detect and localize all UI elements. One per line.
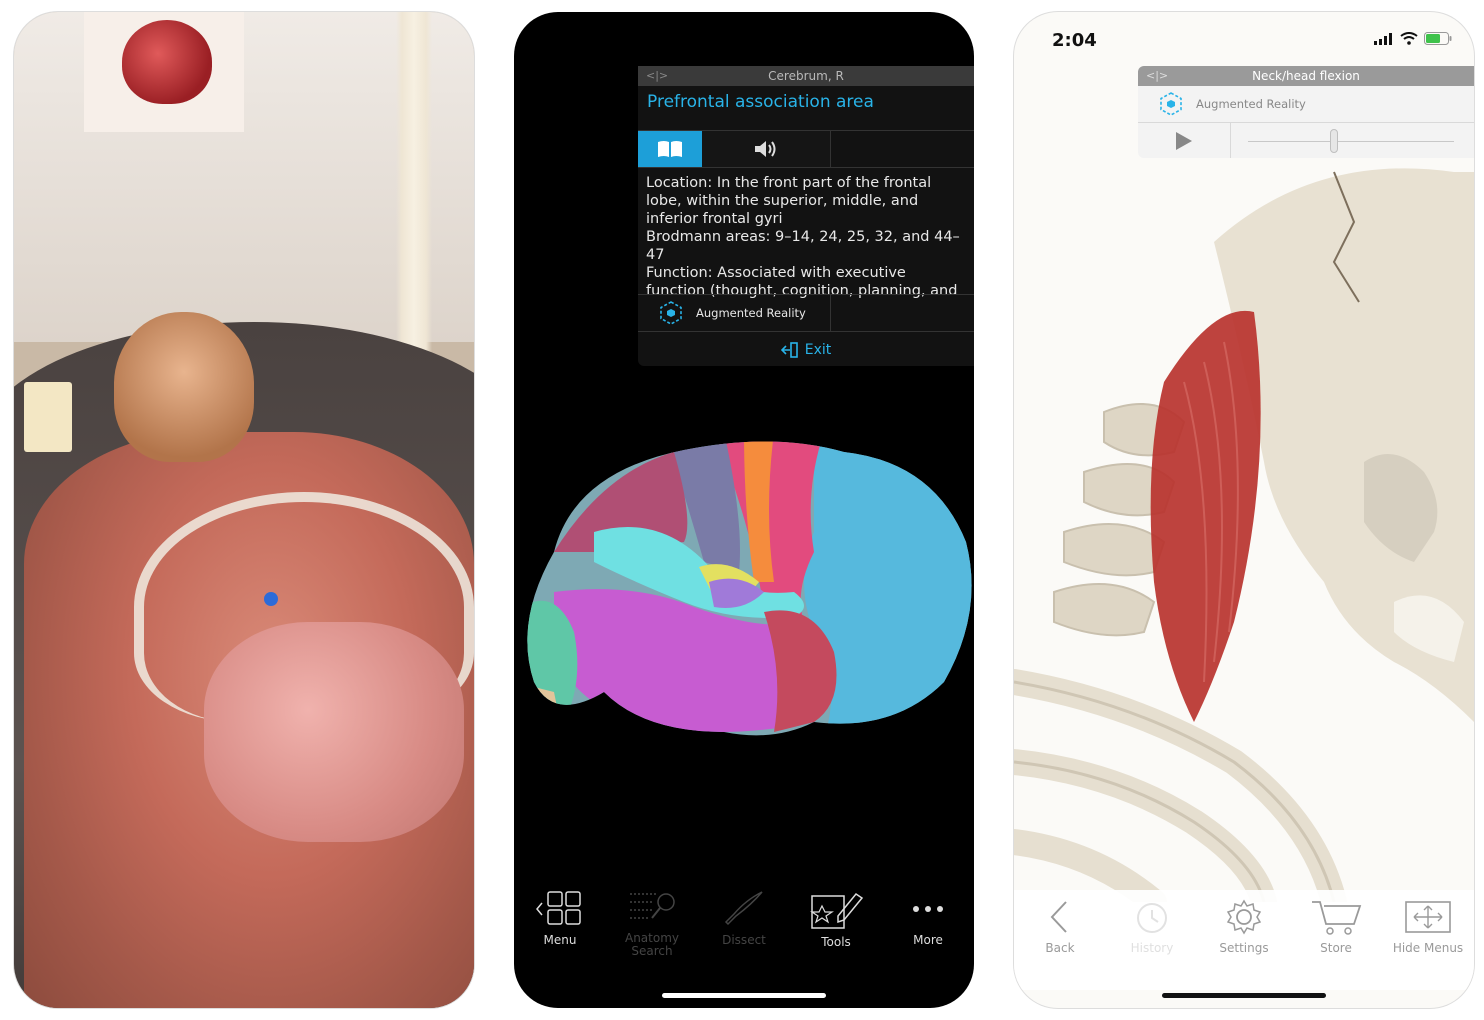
status-time: 2:04: [1052, 30, 1097, 51]
toolbar-dissect[interactable]: Dissect: [698, 882, 790, 972]
intestines: [204, 622, 464, 842]
popup-tabs: [638, 130, 974, 168]
augmented-reality-button[interactable]: Augmented Reality: [638, 294, 974, 332]
ar-cube-icon: [660, 301, 682, 325]
menu-grid-icon: [536, 891, 581, 925]
toolbar-store[interactable]: Store: [1290, 890, 1382, 990]
animation-controls: [1138, 123, 1474, 158]
animation-title: Neck/head flexion: [1252, 69, 1360, 83]
toolbar-history-label: History: [1130, 941, 1174, 955]
structure-title: Prefrontal association area: [647, 92, 874, 112]
body-head: [114, 312, 254, 462]
brain-model[interactable]: [514, 432, 974, 742]
play-icon: [1176, 132, 1192, 150]
home-indicator[interactable]: [1162, 993, 1326, 998]
play-button[interactable]: [1138, 123, 1231, 158]
tools-icon: [810, 892, 864, 929]
phone-screen-brain: <|> Cerebrum, R Prefrontal association a…: [514, 12, 974, 1008]
scalpel-icon: [724, 891, 763, 926]
toolbar-dissect-label: Dissect: [722, 933, 766, 947]
poster-heart-image: [122, 20, 212, 104]
toolbar-hide-menus[interactable]: Hide Menus: [1382, 890, 1474, 990]
toolbar-anatomy-search[interactable]: Anatomy Search: [606, 882, 698, 972]
info-popup: <|> Cerebrum, R Prefrontal association a…: [638, 66, 974, 366]
collapse-toggle-icon[interactable]: <|>: [646, 66, 668, 86]
vessel-marker: [264, 592, 278, 606]
toolbar-anatomy-search-label: Anatomy Search: [624, 931, 679, 958]
ar-body-model[interactable]: [14, 312, 474, 1008]
phone-screen-skull: 2:04 <|> Neck/head flexion Augmented Rea…: [1014, 12, 1474, 1008]
ar-label: Augmented Reality: [1196, 97, 1306, 111]
more-icon: [913, 906, 943, 912]
book-icon: [658, 141, 682, 157]
wifi-icon: [1400, 32, 1418, 45]
toolbar-settings-label: Settings: [1219, 941, 1269, 955]
bottom-toolbar: Back History Settings Store Hide Menus: [1014, 890, 1474, 990]
back-icon: [1050, 901, 1067, 933]
toolbar-store-label: Store: [1320, 941, 1352, 955]
toolbar-settings[interactable]: Settings: [1198, 890, 1290, 990]
animation-header: <|> Neck/head flexion: [1138, 66, 1474, 86]
cart-icon: [1312, 901, 1362, 935]
skeleton-model: [384, 12, 444, 352]
status-bar: 2:04: [1014, 12, 1474, 62]
toolbar-hide-menus-label: Hide Menus: [1392, 941, 1464, 955]
collapse-toggle-icon[interactable]: <|>: [1146, 66, 1168, 86]
gear-icon: [1226, 899, 1262, 935]
exit-button[interactable]: Exit: [638, 332, 974, 368]
toolbar-more[interactable]: More: [882, 882, 974, 972]
augmented-reality-button[interactable]: Augmented Reality: [1138, 86, 1474, 123]
animation-panel: <|> Neck/head flexion Augmented Reality: [1138, 66, 1474, 158]
divider: [830, 295, 831, 331]
speaker-icon: [755, 141, 776, 157]
status-icons: [1374, 32, 1452, 45]
toolbar-back[interactable]: Back: [1014, 890, 1106, 990]
skull-neck-model[interactable]: [1014, 162, 1474, 902]
hide-menus-icon: [1405, 901, 1451, 933]
tab-pronunciation[interactable]: [702, 131, 831, 167]
exit-icon: [780, 342, 798, 358]
animation-slider-track[interactable]: [1248, 141, 1454, 142]
toolbar-menu[interactable]: Menu: [514, 882, 606, 972]
exit-label: Exit: [804, 342, 832, 358]
popup-header: <|> Cerebrum, R: [638, 66, 974, 86]
bottom-toolbar: Menu Anatomy Search Dissect Tools More: [514, 882, 974, 972]
battery-icon: [1424, 32, 1452, 45]
toolbar-tools-label: Tools: [821, 935, 851, 949]
toolbar-more-label: More: [913, 933, 943, 947]
ar-label: Augmented Reality: [696, 306, 806, 320]
tab-definition[interactable]: [638, 131, 702, 167]
structure-description: Location: In the front part of the front…: [646, 175, 960, 299]
phone-screen-ar-body: [14, 12, 474, 1008]
search-icon: [630, 893, 675, 919]
toolbar-back-label: Back: [1045, 941, 1075, 955]
popup-header-title: Cerebrum, R: [768, 69, 844, 83]
toolbar-menu-label: Menu: [543, 933, 577, 947]
animation-slider-thumb[interactable]: [1330, 129, 1338, 153]
toolbar-history[interactable]: History: [1106, 890, 1198, 990]
signal-icon: [1374, 32, 1392, 45]
toolbar-tools[interactable]: Tools: [790, 882, 882, 972]
wall-poster: [84, 12, 244, 132]
ar-cube-icon: [1160, 92, 1182, 116]
history-icon: [1137, 903, 1167, 933]
home-indicator[interactable]: [662, 993, 826, 998]
